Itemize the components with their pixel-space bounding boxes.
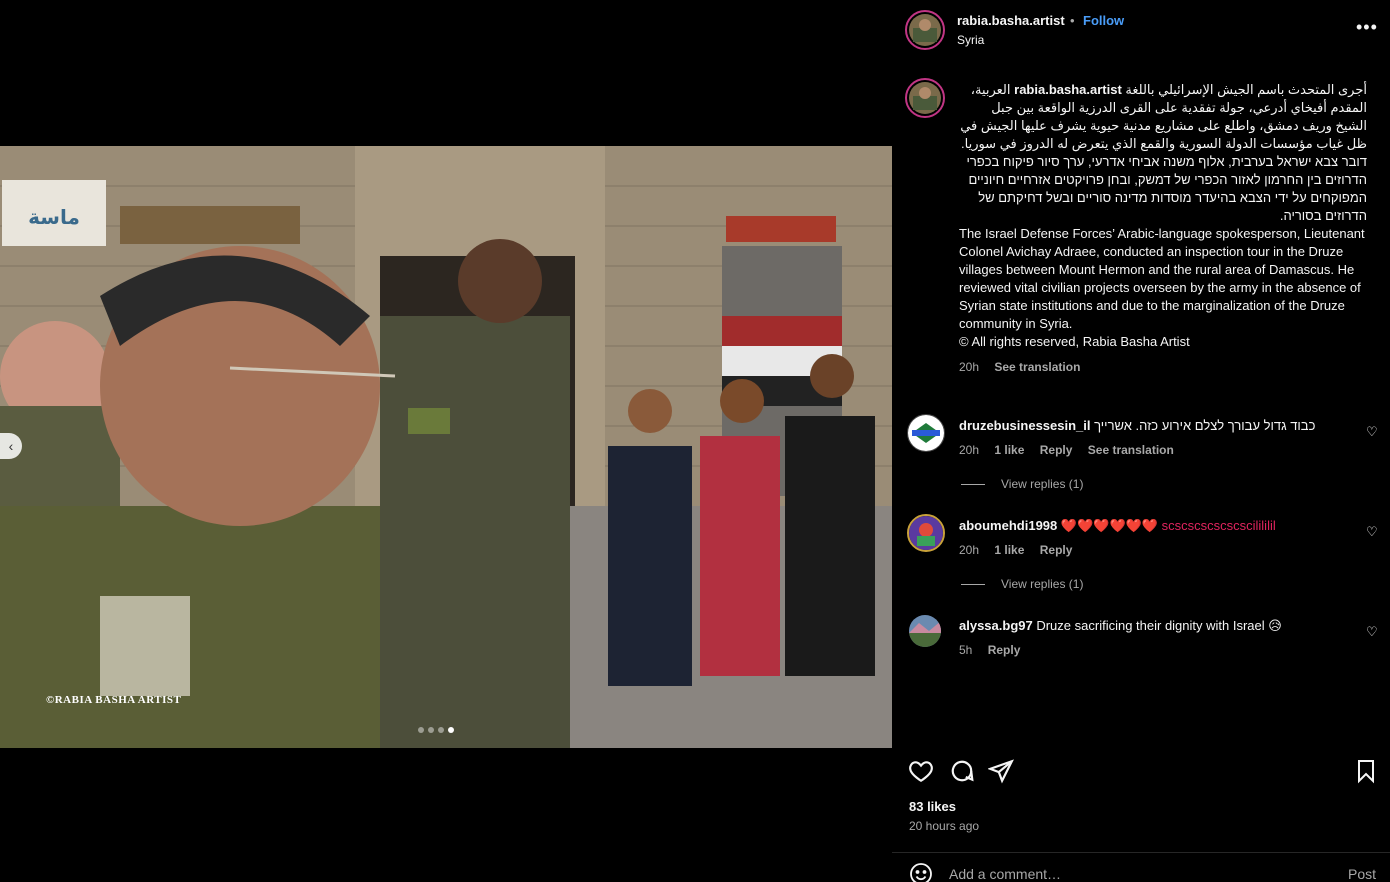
reply-button[interactable]: Reply bbox=[1040, 443, 1073, 457]
add-comment-bar: Add a comment… Post bbox=[892, 852, 1390, 882]
caption-rights: © All rights reserved, Rabia Basha Artis… bbox=[959, 334, 1190, 349]
commenter-avatar[interactable] bbox=[907, 514, 945, 552]
post-caption: أجرى المتحدث باسم الجيش الإسرائيلي باللغ… bbox=[959, 81, 1367, 376]
comment-heart-icon[interactable]: ♡ bbox=[1366, 524, 1378, 540]
post-actions bbox=[892, 752, 1390, 792]
caption-arabic-first: أجرى المتحدث باسم الجيش الإسرائيلي باللغ… bbox=[1125, 82, 1367, 97]
caption-hebrew: דובר צבא ישראל בערבית, אלוף משנה אביחי א… bbox=[966, 154, 1367, 223]
commenter-avatar[interactable] bbox=[909, 615, 941, 647]
share-icon[interactable] bbox=[986, 758, 1014, 789]
comment-likes[interactable]: 1 like bbox=[994, 543, 1024, 557]
add-comment-input[interactable]: Add a comment… bbox=[949, 866, 1061, 882]
caption-username[interactable]: rabia.basha.artist bbox=[1014, 82, 1122, 97]
carousel-dot[interactable] bbox=[418, 727, 424, 733]
comment-text: כבוד גדול עבורך לצלם אירוע כזה. אשרייך bbox=[1094, 418, 1316, 433]
comment-meta: 5h Reply bbox=[959, 643, 1032, 657]
view-replies-label: View replies (1) bbox=[1001, 577, 1084, 591]
author-avatar[interactable] bbox=[905, 10, 945, 50]
comment-username[interactable]: aboumehdi1998 bbox=[959, 518, 1057, 533]
likes-count[interactable]: 83 likes bbox=[909, 799, 956, 814]
emoji-icon[interactable] bbox=[909, 862, 933, 882]
comment-meta: 20h 1 like Reply See translation bbox=[959, 443, 1186, 457]
post-time[interactable]: 20 hours ago bbox=[909, 819, 979, 833]
commenter-avatar[interactable] bbox=[907, 414, 945, 452]
comment-body: druzebusinessesin_il כבוד גדול עבורך לצל… bbox=[959, 417, 1339, 435]
header-separator: • bbox=[1070, 13, 1075, 28]
comment-time[interactable]: 5h bbox=[959, 643, 972, 657]
carousel-dot[interactable] bbox=[438, 727, 444, 733]
carousel-dot-active[interactable] bbox=[448, 727, 454, 733]
follow-button[interactable]: Follow bbox=[1083, 13, 1124, 28]
reply-button[interactable]: Reply bbox=[988, 643, 1021, 657]
replies-divider bbox=[961, 483, 985, 485]
view-replies-button[interactable]: View replies (1) bbox=[961, 577, 1083, 591]
carousel-dot[interactable] bbox=[428, 727, 434, 733]
comment-username[interactable]: alyssa.bg97 bbox=[959, 618, 1033, 633]
heart-icon[interactable] bbox=[908, 758, 934, 789]
photo-watermark: ©RABIA BASHA ARTIST bbox=[46, 694, 182, 706]
shop-sign-text: ماسة bbox=[28, 205, 80, 229]
post-header: rabia.basha.artist • Follow Syria ••• bbox=[892, 0, 1390, 60]
view-replies-label: View replies (1) bbox=[1001, 477, 1084, 491]
post-side-panel: rabia.basha.artist • Follow Syria ••• أج… bbox=[892, 0, 1390, 882]
caption-avatar[interactable] bbox=[905, 78, 945, 118]
more-options-icon[interactable]: ••• bbox=[1356, 17, 1378, 38]
comment-time[interactable]: 20h bbox=[959, 443, 979, 457]
post-comment-button[interactable]: Post bbox=[1348, 866, 1376, 882]
caption-meta: 20h See translation bbox=[959, 358, 1367, 376]
reply-button[interactable]: Reply bbox=[1040, 543, 1073, 557]
comment-username[interactable]: druzebusinessesin_il bbox=[959, 418, 1091, 433]
comment-heart-icon[interactable]: ♡ bbox=[1366, 624, 1378, 640]
view-replies-button[interactable]: View replies (1) bbox=[961, 477, 1083, 491]
comment-likes[interactable]: 1 like bbox=[994, 443, 1024, 457]
post-photo: ماسة ©RABIA BASHA ARTIST bbox=[0, 146, 892, 748]
comment-text: Druze sacrificing their dignity with Isr… bbox=[1036, 618, 1282, 633]
see-translation-link[interactable]: See translation bbox=[1088, 443, 1174, 457]
replies-divider bbox=[961, 583, 985, 585]
bookmark-icon[interactable] bbox=[1354, 758, 1378, 789]
post-location[interactable]: Syria bbox=[957, 33, 984, 47]
comment-body: alyssa.bg97 Druze sacrificing their dign… bbox=[959, 617, 1339, 635]
see-translation-link[interactable]: See translation bbox=[994, 360, 1080, 374]
caption-time[interactable]: 20h bbox=[959, 360, 979, 374]
caption-english: The Israel Defense Forces’ Arabic-langua… bbox=[959, 226, 1365, 331]
comment-meta: 20h 1 like Reply bbox=[959, 543, 1084, 557]
comment-body: aboumehdi1998 ❤️❤️❤️❤️❤️❤️ scscscscscscs… bbox=[959, 517, 1339, 535]
caption-arabic: أجرى المتحدث باسم الجيش الإسرائيلي باللغ… bbox=[959, 81, 1367, 153]
carousel-dots bbox=[418, 727, 454, 733]
comment-heart-icon[interactable]: ♡ bbox=[1366, 424, 1378, 440]
author-username[interactable]: rabia.basha.artist bbox=[957, 13, 1065, 28]
media-viewer: ماسة ©RABIA BASHA ARTIST ‹ bbox=[0, 0, 892, 882]
chevron-left-icon: ‹ bbox=[8, 438, 14, 454]
comment-time[interactable]: 20h bbox=[959, 543, 979, 557]
comment-icon[interactable] bbox=[949, 758, 975, 789]
comment-text: ❤️❤️❤️❤️❤️❤️ scscscscscscscilililil bbox=[1060, 518, 1276, 533]
